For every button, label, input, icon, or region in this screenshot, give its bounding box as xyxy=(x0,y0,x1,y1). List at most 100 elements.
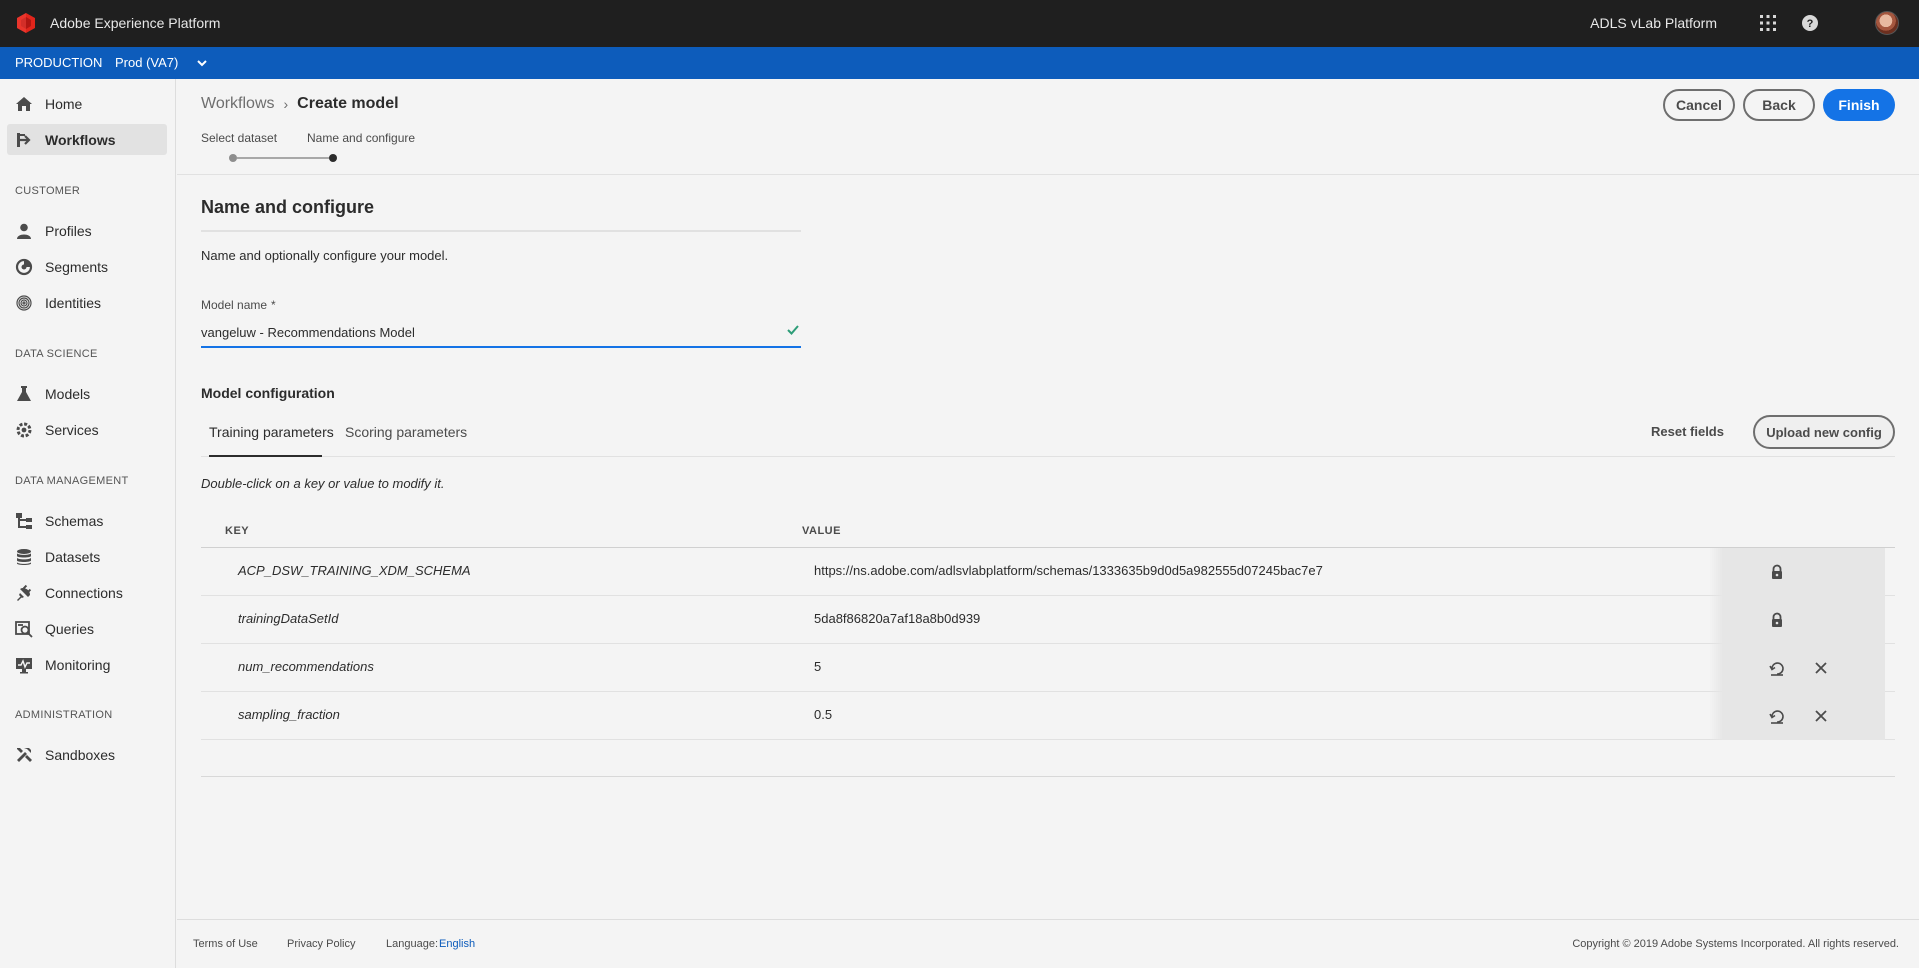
sidebar-item-label: Connections xyxy=(45,584,123,601)
parameter-value[interactable]: 5 xyxy=(814,659,821,674)
breadcrumb-workflows-link[interactable]: Workflows xyxy=(201,95,275,113)
sidebar-item-label: Services xyxy=(45,421,99,438)
sidebar-item-monitoring[interactable]: Monitoring xyxy=(7,649,167,680)
workflows-icon xyxy=(15,131,33,149)
model-name-input[interactable] xyxy=(201,319,801,348)
table-bottom-divider xyxy=(201,776,1895,777)
header-divider xyxy=(177,174,1919,175)
footer: Terms of Use Privacy Policy Language: En… xyxy=(177,919,1919,968)
parameter-value[interactable]: 5da8f86820a7af18a8b0d939 xyxy=(814,611,980,626)
sidebar-item-label: Models xyxy=(45,385,91,402)
chevron-right-icon: › xyxy=(283,96,289,112)
section-title: Name and configure xyxy=(201,197,375,217)
sidebar-item-models[interactable]: Models xyxy=(7,378,167,409)
top-header: Adobe Experience Platform ADLS vLab Plat… xyxy=(0,0,1919,47)
close-icon[interactable] xyxy=(1813,660,1829,676)
apps-grid-icon[interactable] xyxy=(1759,14,1777,32)
monitor-icon xyxy=(15,656,33,674)
sidebar-item-profiles[interactable]: Profiles xyxy=(7,215,167,246)
sidebar-item-queries[interactable]: Queries xyxy=(7,613,167,644)
tools-icon xyxy=(15,746,33,764)
stepper-track xyxy=(229,154,337,162)
sidebar-item-label: Profiles xyxy=(45,222,92,239)
page-title: Create model xyxy=(297,95,399,112)
environment-label: PRODUCTION xyxy=(15,55,103,70)
sidebar-item-connections[interactable]: Connections xyxy=(7,577,167,608)
checkmark-icon xyxy=(787,325,799,335)
sidebar-item-segments[interactable]: Segments xyxy=(7,251,167,282)
sidebar-item-label: Sandboxes xyxy=(45,746,116,763)
copyright-text: Copyright © 2019 Adobe Systems Incorpora… xyxy=(1572,938,1899,950)
model-configuration-title: Model configuration xyxy=(201,385,335,401)
database-icon xyxy=(15,548,33,566)
sidebar-item-services[interactable]: Services xyxy=(7,414,167,445)
step-name-and-configure: Name and configure xyxy=(307,131,416,145)
sidebar-item-label: Monitoring xyxy=(45,656,111,673)
lock-icon xyxy=(1772,564,1782,579)
table-row: trainingDataSetId 5da8f86820a7af18a8b0d9… xyxy=(201,596,1895,644)
title-divider xyxy=(201,230,801,232)
person-icon xyxy=(15,222,33,240)
parameter-key[interactable]: ACP_DSW_TRAINING_XDM_SCHEMA xyxy=(238,563,471,578)
table-row: num_recommendations 5 xyxy=(201,644,1895,692)
sidebar-item-label: Segments xyxy=(45,258,109,275)
reset-value-icon[interactable] xyxy=(1769,708,1785,724)
section-description: Name and optionally configure your model… xyxy=(201,248,449,263)
sidebar-item-workflows[interactable]: Workflows xyxy=(7,124,167,155)
row-actions xyxy=(1709,548,1885,596)
cancel-button[interactable]: Cancel xyxy=(1663,89,1735,121)
terms-of-use-link[interactable]: Terms of Use xyxy=(193,938,258,950)
org-switcher[interactable]: ADLS vLab Platform xyxy=(1590,15,1717,31)
sandbox-switcher[interactable]: Prod (VA7) xyxy=(115,55,178,70)
reset-fields-button[interactable]: Reset fields xyxy=(1651,424,1724,439)
environment-bar: PRODUCTION Prod (VA7) xyxy=(0,47,1919,79)
sidebar: Home Workflows CUSTOMER Profiles Segment… xyxy=(0,79,176,968)
help-icon[interactable]: ? xyxy=(1801,14,1819,32)
model-name-label-text: Model name xyxy=(201,298,268,312)
parameter-key[interactable]: trainingDataSetId xyxy=(238,611,338,626)
language-selector[interactable]: English xyxy=(439,938,475,950)
app-title[interactable]: Adobe Experience Platform xyxy=(50,15,220,31)
close-icon[interactable] xyxy=(1813,708,1829,724)
table-row: ACP_DSW_TRAINING_XDM_SCHEMA https://ns.a… xyxy=(201,548,1895,596)
parameter-key[interactable]: num_recommendations xyxy=(238,659,374,674)
back-button[interactable]: Back xyxy=(1743,89,1815,121)
sidebar-item-label: Workflows xyxy=(45,131,116,148)
step-select-dataset: Select dataset xyxy=(201,131,278,145)
required-marker: * xyxy=(271,298,276,312)
sidebar-item-sandboxes[interactable]: Sandboxes xyxy=(7,739,167,770)
sidebar-section-data-science: DATA SCIENCE xyxy=(15,348,98,360)
column-header-value: VALUE xyxy=(802,525,841,537)
row-actions xyxy=(1709,692,1885,740)
table-row: sampling_fraction 0.5 xyxy=(201,692,1895,740)
query-icon xyxy=(15,620,33,638)
sidebar-item-datasets[interactable]: Datasets xyxy=(7,541,167,572)
flask-icon xyxy=(15,385,33,403)
parameter-key[interactable]: sampling_fraction xyxy=(238,707,340,722)
privacy-policy-link[interactable]: Privacy Policy xyxy=(287,938,355,950)
gear-icon xyxy=(15,421,33,439)
sidebar-item-label: Identities xyxy=(45,294,102,311)
schema-icon xyxy=(15,512,33,530)
reset-value-icon[interactable] xyxy=(1769,660,1785,676)
adobe-logo-icon[interactable] xyxy=(15,12,37,34)
sidebar-item-label: Datasets xyxy=(45,548,101,565)
sidebar-section-administration: ADMINISTRATION xyxy=(15,709,113,721)
fingerprint-icon xyxy=(15,294,33,312)
chevron-down-icon[interactable] xyxy=(195,56,209,70)
parameter-value[interactable]: https://ns.adobe.com/adlsvlabplatform/sc… xyxy=(814,563,1323,578)
sidebar-item-home[interactable]: Home xyxy=(7,88,167,119)
avatar[interactable] xyxy=(1875,11,1899,35)
parameter-value[interactable]: 0.5 xyxy=(814,707,832,722)
row-actions xyxy=(1709,644,1885,692)
upload-new-config-button[interactable]: Upload new config xyxy=(1753,415,1895,449)
sidebar-item-identities[interactable]: Identities xyxy=(7,287,167,318)
language-label: Language: xyxy=(386,938,438,950)
tab-training-parameters[interactable]: Training parameters xyxy=(209,424,334,440)
breadcrumb: Workflows › Create model xyxy=(201,95,399,113)
sidebar-item-label: Queries xyxy=(45,620,95,637)
finish-button[interactable]: Finish xyxy=(1823,89,1895,121)
tab-scoring-parameters[interactable]: Scoring parameters xyxy=(345,424,467,440)
column-header-key: KEY xyxy=(225,525,250,537)
sidebar-item-schemas[interactable]: Schemas xyxy=(7,505,167,536)
